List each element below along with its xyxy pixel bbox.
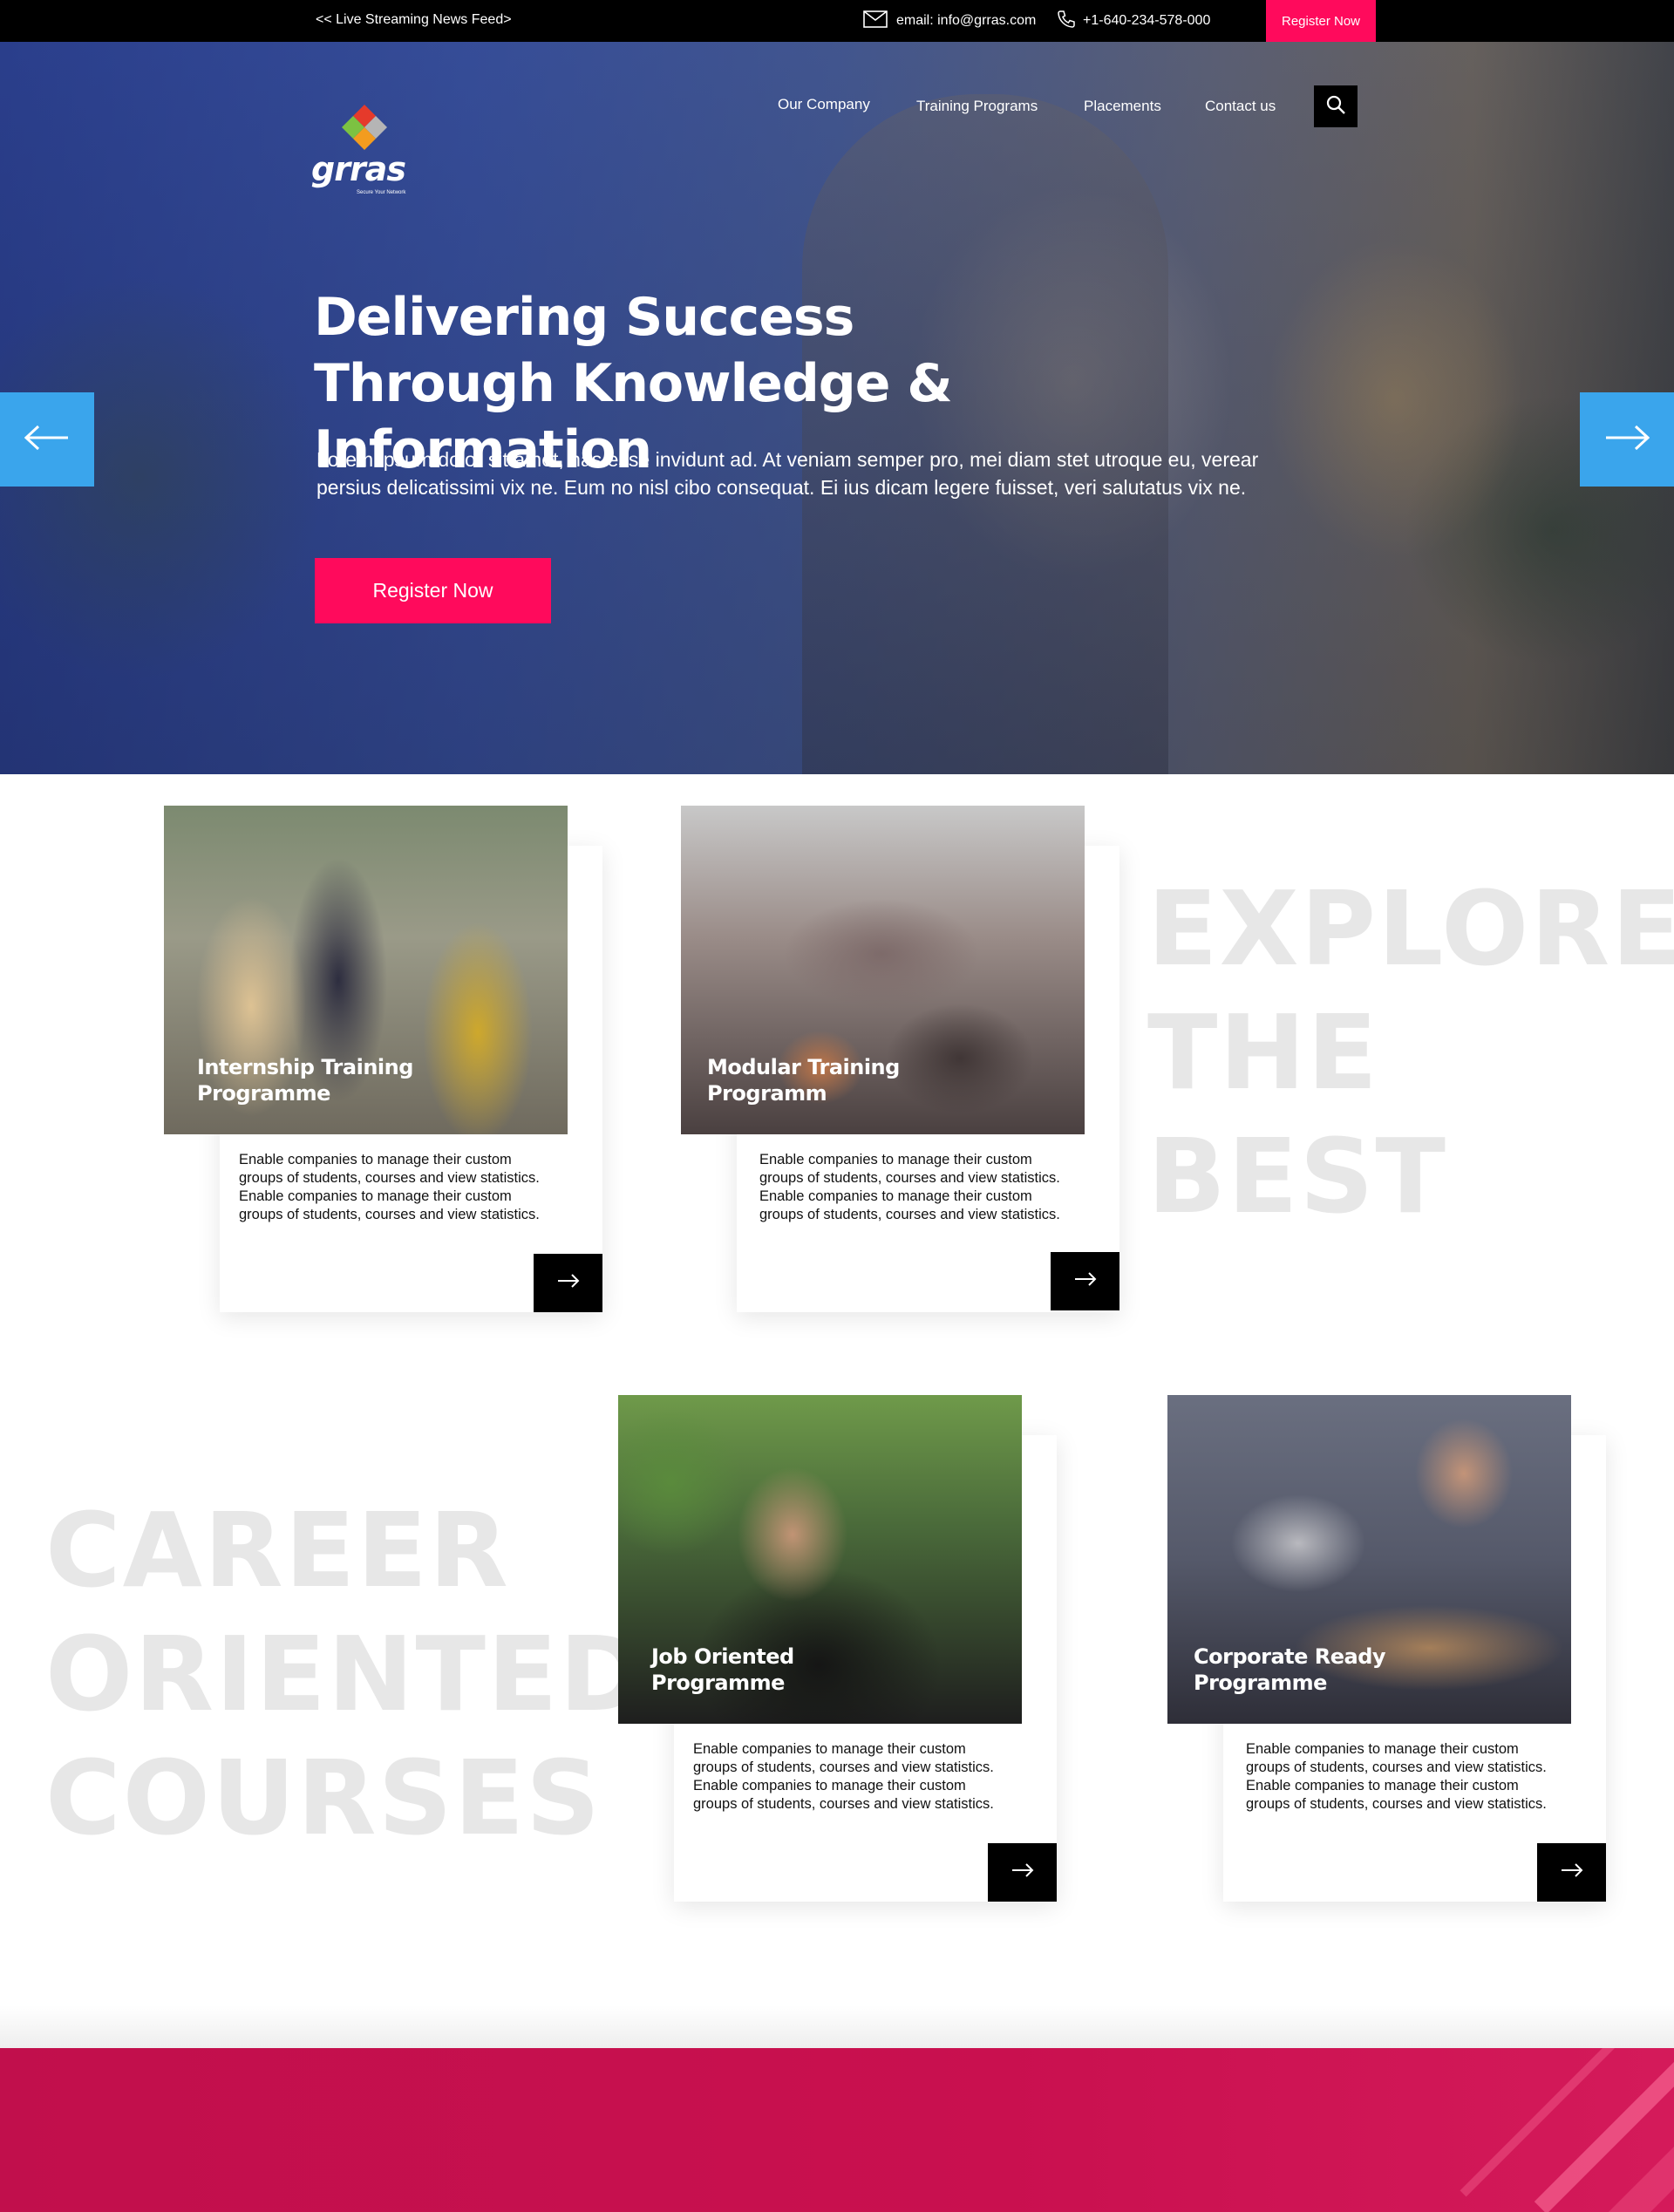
envelope-icon [863, 10, 888, 32]
news-feed-link[interactable]: << Live Streaming News Feed> [316, 0, 512, 40]
top-bar: << Live Streaming News Feed> email: info… [0, 0, 1674, 42]
course-image-job-oriented[interactable]: Job Oriented Programme [618, 1395, 1022, 1724]
explore-line3: BEST [1147, 1116, 1448, 1236]
arrow-right-icon [1074, 1271, 1097, 1291]
course-image-internship[interactable]: Internship Training Programme [164, 806, 568, 1134]
explore-line2: THE [1147, 992, 1379, 1113]
nav-our-company[interactable]: Our Company [778, 96, 870, 113]
career-line1: CAREER [45, 1490, 510, 1610]
career-line3: COURSES [45, 1738, 602, 1858]
course-image-corporate-ready[interactable]: Corporate Ready Programme [1167, 1395, 1571, 1724]
course-more-button[interactable] [534, 1254, 602, 1312]
search-icon [1325, 94, 1346, 119]
explore-line1: EXPLORE [1147, 868, 1674, 989]
course-title-line1: Modular Training [707, 1055, 900, 1079]
course-title-line2: Programme [1194, 1671, 1327, 1695]
hero-description: Lorem ipsum dolor sit amet, has esse inv… [316, 446, 1345, 501]
course-description: Enable companies to manage their custom … [693, 1741, 994, 1812]
course-more-button[interactable] [1537, 1843, 1606, 1902]
phone-text: +1-640-234-578-000 [1083, 13, 1211, 28]
explore-heading: EXPLORE THE BEST [1147, 867, 1674, 1238]
course-description: Enable companies to manage their custom … [759, 1152, 1060, 1222]
career-heading: CAREER ORIENTED COURSES [45, 1488, 647, 1860]
hero-title-line1: Delivering Success [314, 287, 854, 348]
arrow-right-icon [1604, 425, 1650, 455]
hero-register-button[interactable]: Register Now [315, 558, 551, 623]
course-description: Enable companies to manage their custom … [1246, 1741, 1547, 1812]
nav-placements[interactable]: Placements [1084, 98, 1161, 115]
course-title-line1: Corporate Ready [1194, 1644, 1386, 1669]
arrow-right-icon [1011, 1862, 1034, 1882]
arrow-right-icon [1561, 1862, 1583, 1882]
course-title: Corporate Ready Programme [1194, 1644, 1386, 1696]
phone-contact[interactable]: +1-640-234-578-000 [1057, 0, 1210, 42]
course-title: Modular Training Programm [707, 1054, 900, 1106]
course-title-line1: Job Oriented [651, 1644, 794, 1669]
logo-word: grras [311, 150, 406, 188]
course-title: Job Oriented Programme [651, 1644, 794, 1696]
course-image-modular[interactable]: Modular Training Programm [681, 806, 1085, 1134]
hero-description-line2: persius delicatissimi vix ne. Eum no nis… [316, 476, 1247, 499]
hero-description-line1: Lorem ipsum dolor sit amet, has esse inv… [316, 448, 1259, 471]
course-description: Enable companies to manage their custom … [239, 1152, 540, 1222]
career-line2: ORIENTED [45, 1614, 647, 1734]
phone-icon [1057, 10, 1076, 33]
course-more-button[interactable] [1051, 1252, 1119, 1310]
hero-slider: grras Secure Your Network Our Company Tr… [0, 42, 1674, 774]
course-title-line2: Programm [707, 1081, 827, 1106]
email-contact[interactable]: email: info@grras.com [863, 0, 1036, 42]
course-more-button[interactable] [988, 1843, 1057, 1902]
nav-training-programs[interactable]: Training Programs [916, 98, 1038, 115]
logo-tagline: Secure Your Network [357, 190, 406, 195]
search-button[interactable] [1314, 85, 1358, 127]
course-title-line1: Internship Training [197, 1055, 413, 1079]
course-title-line2: Programme [651, 1671, 785, 1695]
course-title-line2: Programme [197, 1081, 330, 1106]
email-text: email: info@grras.com [896, 13, 1037, 28]
bottom-banner [0, 2048, 1674, 2212]
slider-prev-button[interactable] [0, 392, 94, 487]
nav-contact-us[interactable]: Contact us [1205, 98, 1276, 115]
arrow-left-icon [24, 425, 70, 455]
brand-logo[interactable]: grras Secure Your Network [311, 105, 416, 195]
top-register-button[interactable]: Register Now [1266, 0, 1376, 42]
course-title: Internship Training Programme [197, 1054, 413, 1106]
arrow-right-icon [557, 1273, 580, 1293]
slider-next-button[interactable] [1580, 392, 1674, 487]
